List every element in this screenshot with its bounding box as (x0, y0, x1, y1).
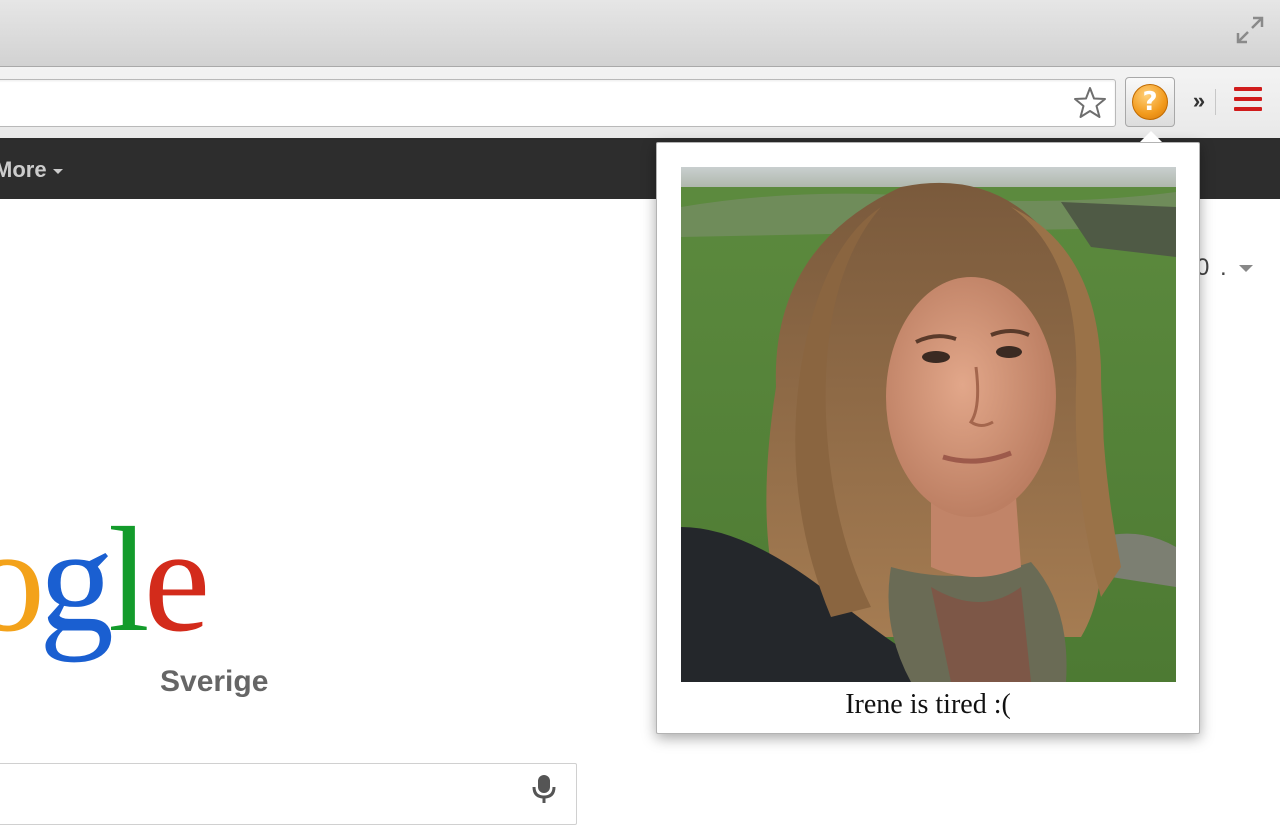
extension-popup: Irene is tired :( (656, 142, 1200, 734)
extension-button[interactable]: ? (1125, 77, 1175, 127)
portrait-photo (681, 167, 1176, 682)
logo-letter-g: g (39, 497, 114, 663)
logo-letter-e: e (143, 497, 211, 663)
microphone-icon[interactable] (528, 773, 560, 803)
logo-wordmark: ogle (0, 505, 210, 655)
fullscreen-arrows-icon[interactable] (1234, 14, 1266, 46)
logo-letter-o: o (0, 497, 45, 663)
logo-letter-l: l (108, 497, 150, 663)
browser-toolbar: ? » (0, 67, 1280, 138)
portrait-photo-illustration (681, 167, 1176, 682)
more-label: More (0, 157, 47, 182)
hamburger-menu-icon[interactable] (1234, 87, 1262, 117)
bookmark-star-icon[interactable] (1073, 86, 1107, 120)
overflow-chevron-button[interactable]: » (1186, 89, 1212, 115)
google-logo: ogle Sverige (0, 505, 290, 715)
logo-country-subtitle: Sverige (160, 665, 269, 698)
search-input[interactable] (0, 763, 577, 825)
caret-down-icon (1238, 265, 1253, 273)
caret-down-icon (52, 168, 63, 174)
more-menu-button[interactable]: More (0, 157, 63, 183)
browser-titlebar (0, 0, 1280, 67)
partial-label: 0 . (1196, 254, 1229, 281)
account-menu-partial[interactable]: 0 . (1196, 254, 1253, 282)
toolbar-divider (1215, 89, 1216, 115)
popup-caption: Irene is tired :( (845, 689, 1011, 720)
popup-pointer (1140, 131, 1162, 142)
question-mark-icon: ? (1132, 84, 1168, 120)
address-bar[interactable] (0, 79, 1116, 127)
